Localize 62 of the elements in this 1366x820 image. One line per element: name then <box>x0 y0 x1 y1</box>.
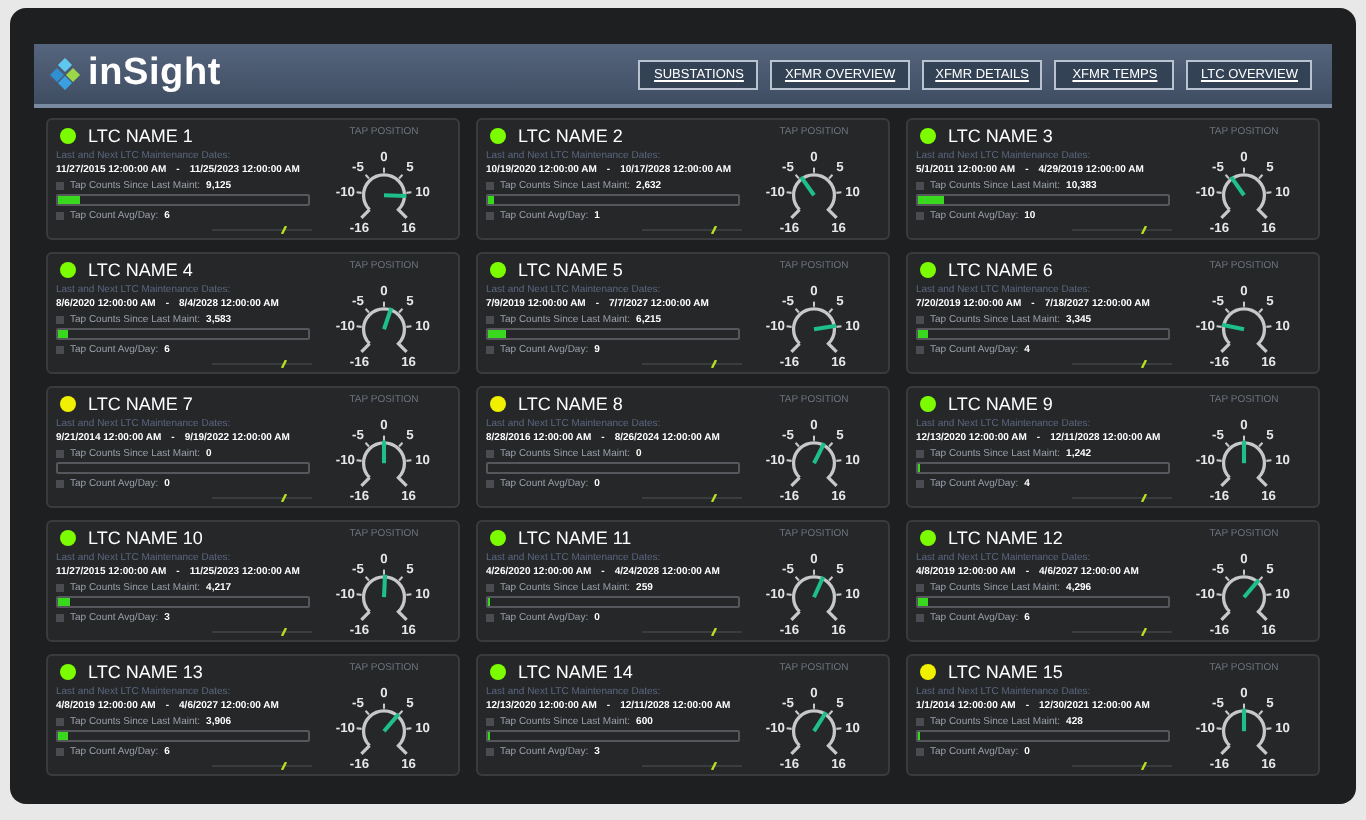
ltc-name: LTC NAME 4 <box>88 260 193 280</box>
square-icon <box>486 181 494 189</box>
ltc-name: LTC NAME 5 <box>518 260 623 280</box>
ltc-name: LTC NAME 8 <box>518 394 623 414</box>
square-icon <box>486 717 494 725</box>
ltc-name: LTC NAME 15 <box>948 662 1063 682</box>
gauge-needle <box>812 575 826 599</box>
gauge-needle <box>382 712 401 733</box>
gauge-needle <box>1241 708 1247 732</box>
square-icon <box>486 315 494 323</box>
ltc-name: LTC NAME 11 <box>518 528 632 548</box>
gauge-needle <box>382 307 394 330</box>
square-icon <box>486 345 494 353</box>
square-icon <box>486 449 494 457</box>
gauge-needle <box>812 711 828 733</box>
square-icon <box>486 747 494 755</box>
square-icon <box>56 583 64 591</box>
ltc-name: LTC NAME 14 <box>518 662 633 682</box>
square-icon <box>916 717 924 725</box>
square-icon <box>486 613 494 621</box>
ltc-name: LTC NAME 9 <box>948 394 1053 414</box>
gauge-needle <box>381 440 387 464</box>
gauge-needle <box>1242 578 1261 599</box>
gauge-needle <box>813 323 837 332</box>
square-icon <box>56 211 64 219</box>
ltc-name: LTC NAME 2 <box>518 126 623 146</box>
ltc-name: LTC NAME 12 <box>948 528 1063 548</box>
square-icon <box>56 181 64 189</box>
square-icon <box>916 315 924 323</box>
square-icon <box>56 449 64 457</box>
square-icon <box>56 613 64 621</box>
square-icon <box>486 583 494 591</box>
logo-text: inSight <box>88 52 221 96</box>
square-icon <box>916 345 924 353</box>
square-icon <box>486 211 494 219</box>
square-icon <box>56 479 64 487</box>
square-icon <box>916 181 924 189</box>
ltc-name: LTC NAME 3 <box>948 126 1053 146</box>
logo-icon <box>50 58 82 90</box>
ltc-name: LTC NAME 7 <box>88 394 193 414</box>
ltc-name: LTC NAME 10 <box>88 528 203 548</box>
square-icon <box>916 479 924 487</box>
gauge-needle <box>381 574 388 598</box>
square-icon <box>916 747 924 755</box>
gauge-needle <box>1241 440 1247 464</box>
square-icon <box>56 747 64 755</box>
gauge-needle <box>1221 322 1245 332</box>
gauge-needle <box>799 175 816 197</box>
gauge-needle <box>1229 175 1246 197</box>
gauge-needle <box>383 193 407 198</box>
square-icon <box>916 613 924 621</box>
square-icon <box>486 479 494 487</box>
square-icon <box>56 345 64 353</box>
ltc-name: LTC NAME 1 <box>88 126 193 146</box>
gauge-needle <box>812 442 827 465</box>
ltc-name: LTC NAME 6 <box>948 260 1053 280</box>
square-icon <box>56 717 64 725</box>
square-icon <box>916 449 924 457</box>
ltc-name: LTC NAME 13 <box>88 662 203 682</box>
square-icon <box>56 315 64 323</box>
square-icon <box>916 583 924 591</box>
square-icon <box>916 211 924 219</box>
